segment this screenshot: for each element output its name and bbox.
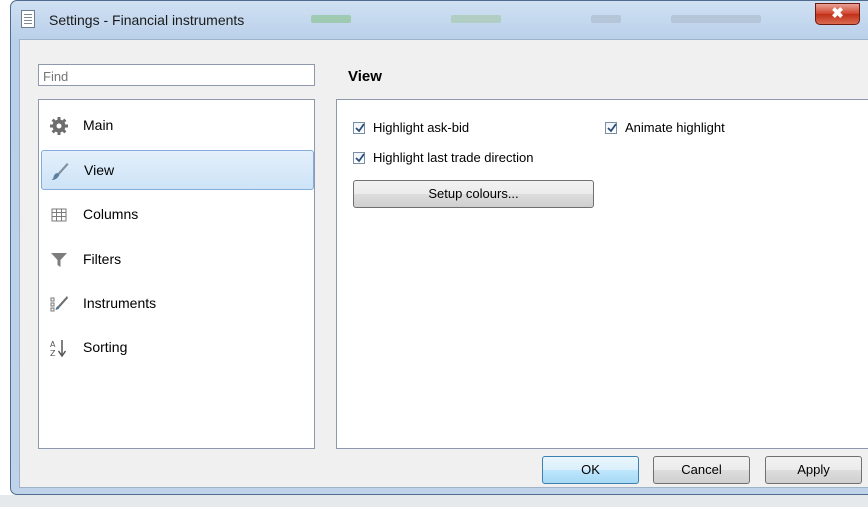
checkmark-icon xyxy=(607,122,617,132)
settings-window: Settings - Financial instruments ✖ Find … xyxy=(10,0,868,495)
title-bar[interactable]: Settings - Financial instruments ✖ xyxy=(11,1,868,39)
close-button[interactable]: ✖ xyxy=(815,3,860,25)
checkmark-icon xyxy=(355,152,365,162)
background-app-strip xyxy=(0,495,868,507)
nav-item-main[interactable]: Main xyxy=(41,106,314,146)
checkmark-icon xyxy=(355,122,365,132)
animate-highlight-checkbox[interactable]: Animate highlight xyxy=(605,120,725,135)
nav-item-label: Sorting xyxy=(83,339,128,355)
apply-button[interactable]: Apply xyxy=(765,456,862,484)
checkbox-box xyxy=(605,121,617,134)
window-title: Settings - Financial instruments xyxy=(49,12,245,28)
nav-item-instruments[interactable]: Instruments xyxy=(41,284,314,324)
search-input[interactable] xyxy=(38,64,315,86)
checkbox-label: Animate highlight xyxy=(625,120,725,135)
gear-icon xyxy=(50,117,68,135)
nav-item-label: Main xyxy=(83,117,114,133)
sort-az-icon: A Z xyxy=(50,340,67,358)
background-ghost xyxy=(591,15,621,23)
nav-item-label: View xyxy=(84,162,115,178)
background-ghost xyxy=(451,15,501,23)
grid-icon xyxy=(51,208,67,222)
checkbox-box xyxy=(353,121,365,134)
section-title: View xyxy=(348,68,382,85)
instruments-icon xyxy=(50,296,68,312)
svg-text:A: A xyxy=(50,340,56,349)
nav-item-label: Columns xyxy=(83,206,139,222)
ok-button[interactable]: OK xyxy=(542,456,639,484)
nav-item-sorting[interactable]: A Z Sorting xyxy=(41,328,314,368)
background-ghost xyxy=(311,15,351,23)
nav-item-label: Instruments xyxy=(83,295,157,311)
brush-icon xyxy=(51,163,69,180)
nav-item-columns[interactable]: Columns xyxy=(41,195,314,235)
view-settings-panel: Highlight ask-bid Animate highlight High… xyxy=(336,99,868,449)
dialog-client: Main View Columns xyxy=(19,39,868,488)
svg-text:Z: Z xyxy=(50,349,56,358)
nav-item-filters[interactable]: Filters xyxy=(41,240,314,280)
background-ghost xyxy=(671,15,761,23)
checkbox-label: Highlight ask-bid xyxy=(373,120,470,135)
setup-colours-button[interactable]: Setup colours... xyxy=(353,180,594,208)
nav-item-view[interactable]: View xyxy=(41,150,314,190)
highlight-ask-bid-checkbox[interactable]: Highlight ask-bid xyxy=(353,120,469,135)
document-icon xyxy=(21,10,35,28)
highlight-last-trade-checkbox[interactable]: Highlight last trade direction xyxy=(353,150,533,165)
nav-item-label: Filters xyxy=(83,251,122,267)
settings-nav: Main View Columns Filters Instruments A … xyxy=(38,99,315,449)
funnel-icon xyxy=(51,253,67,267)
checkbox-label: Highlight last trade direction xyxy=(373,150,534,165)
checkbox-box xyxy=(353,151,365,164)
cancel-button[interactable]: Cancel xyxy=(653,456,750,484)
